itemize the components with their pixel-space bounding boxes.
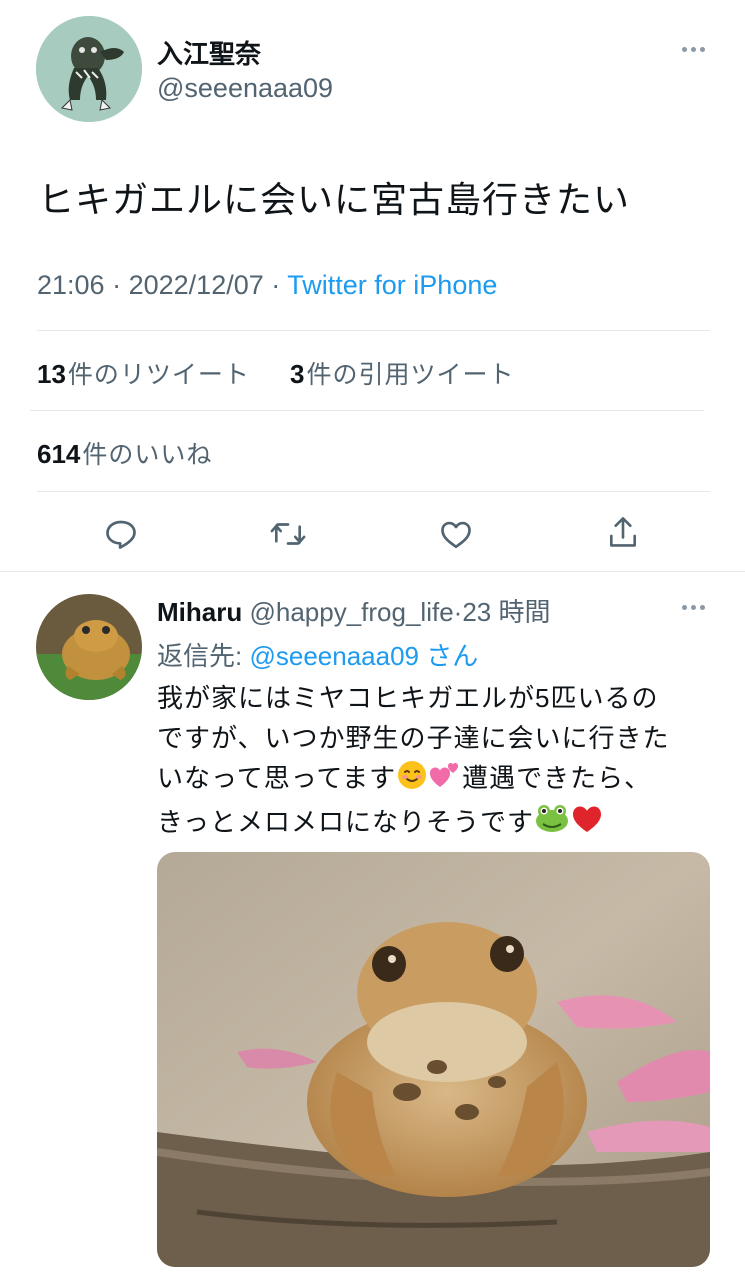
meta-separator: ·: [112, 270, 122, 300]
likes-count: 614: [37, 439, 81, 469]
retweets-stat[interactable]: 13件のリツイート: [37, 355, 250, 391]
like-button[interactable]: [437, 516, 475, 552]
frog-emoji-icon: [534, 802, 570, 845]
likes-stat[interactable]: 614件のいいね: [37, 435, 212, 471]
relieved-smile-emoji-icon: [396, 759, 428, 802]
heart-icon: [441, 521, 471, 549]
toad-avatar-icon: [36, 594, 142, 700]
reply-text-line: いなって思ってます 遭遇できたら、: [157, 758, 717, 802]
reply-author-handle[interactable]: @happy_frog_life: [249, 597, 453, 627]
replying-to-suffix: さん: [426, 641, 479, 671]
share-icon: [609, 517, 637, 547]
retweet-icon: [270, 523, 306, 545]
reply-author-avatar[interactable]: [36, 594, 142, 700]
replying-to-handle: @seeenaaa09: [249, 641, 420, 671]
red-heart-emoji-icon: [570, 802, 604, 845]
frog-figure-avatar-icon: [36, 16, 142, 122]
replying-to-mention[interactable]: @seeenaaa09 さん: [249, 641, 478, 671]
tweet-text: ヒキガエルに会いに宮古島行きたい: [38, 179, 631, 220]
reply-time: 23 時間: [462, 597, 551, 627]
share-button[interactable]: [605, 514, 641, 552]
tweet-date: 2022/12/07: [128, 270, 264, 300]
reply-text-segment: いなって思ってます: [157, 763, 397, 793]
reply-header: Miharu @happy_frog_life·23 時間: [157, 592, 551, 629]
divider: [37, 491, 710, 492]
retweet-button[interactable]: [269, 516, 307, 552]
toad-photo-icon: [157, 852, 710, 1267]
divider: [30, 410, 704, 411]
author-handle[interactable]: @seeenaaa09: [157, 73, 333, 104]
tweet-source-link[interactable]: Twitter for iPhone: [287, 270, 497, 300]
meta-separator: ·: [271, 270, 281, 300]
two-hearts-emoji-icon: [428, 759, 462, 802]
replying-to-label: 返信先:: [157, 641, 243, 671]
quotes-label: 件の引用ツイート: [306, 361, 515, 389]
reply-text-segment: 遭遇できたら、: [462, 763, 652, 793]
reply-text-line: きっとメロメロになりそうです: [157, 802, 717, 846]
reply-media-image[interactable]: [157, 852, 710, 1267]
reply-text: 我が家にはミヤコヒキガエルが5匹いるの ですが、いつか野生の子達に会いに行きた …: [157, 678, 717, 845]
retweets-label: 件のリツイート: [67, 361, 250, 389]
author-name[interactable]: 入江聖奈: [157, 34, 261, 71]
reply-author-name[interactable]: Miharu: [157, 597, 242, 627]
retweets-count: 13: [37, 359, 66, 389]
reply-icon: [106, 520, 136, 549]
reply-more-options-icon[interactable]: [682, 605, 705, 610]
reply-button[interactable]: [103, 516, 139, 552]
reply-text-line: ですが、いつか野生の子達に会いに行きた: [157, 723, 670, 753]
tweet-time: 21:06: [37, 270, 105, 300]
author-avatar[interactable]: [36, 16, 142, 122]
likes-label: 件のいいね: [82, 441, 213, 469]
divider: [0, 571, 745, 572]
reply-text-segment: きっとメロメロになりそうです: [157, 806, 534, 837]
more-options-icon[interactable]: [682, 47, 705, 52]
tweet-meta: 21:06 · 2022/12/07 · Twitter for iPhone: [37, 270, 497, 301]
divider: [37, 330, 710, 331]
quotes-count: 3: [290, 359, 305, 389]
replying-to: 返信先: @seeenaaa09 さん: [157, 636, 478, 673]
quotes-stat[interactable]: 3件の引用ツイート: [290, 355, 514, 391]
reply-text-line: 我が家にはミヤコヒキガエルが5匹いるの: [157, 683, 659, 713]
